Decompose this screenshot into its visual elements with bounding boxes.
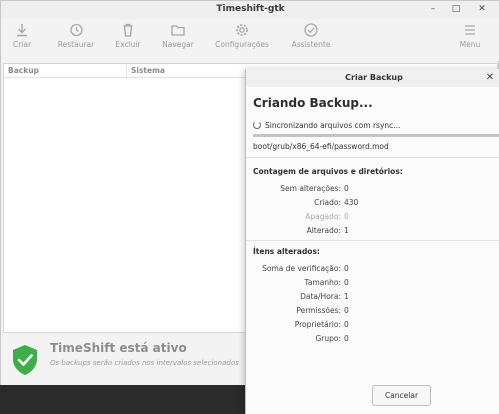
- browse-label: Navegar: [162, 40, 194, 49]
- maximize-button[interactable]: □: [448, 2, 464, 18]
- history-icon: [70, 23, 83, 37]
- changed-value: 0: [344, 334, 349, 343]
- create-backup-dialog: Criar Backup ✕ Criando Backup... Sincron…: [245, 69, 499, 414]
- browse-button[interactable]: Navegar: [158, 22, 198, 60]
- divider: [246, 240, 499, 241]
- delete-label: Excluir: [115, 40, 141, 49]
- toolbar: Criar Restaurar Excluir Navegar Configur…: [1, 19, 499, 61]
- sync-status-text: Sincronizando arquivos com rsync...: [265, 121, 401, 130]
- restore-label: Restaurar: [57, 40, 95, 49]
- spinner-icon: [253, 121, 261, 129]
- minimize-button[interactable]: –: [425, 2, 441, 18]
- progress-bar: [253, 134, 499, 137]
- column-system[interactable]: Sistema: [131, 66, 165, 75]
- wizard-button[interactable]: Assistente: [288, 22, 334, 60]
- count-label: Apagado:: [305, 212, 341, 221]
- changed-title: Ítens alterados:: [253, 247, 320, 256]
- column-divider: [126, 64, 127, 78]
- dialog-close-button[interactable]: ✕: [482, 70, 498, 86]
- changed-label: Soma de verificação:: [262, 264, 341, 273]
- cancel-button[interactable]: Cancelar: [372, 385, 431, 406]
- changed-label: Tamanho:: [304, 278, 341, 287]
- changed-value: 0: [344, 306, 349, 315]
- menu-button[interactable]: Menu: [455, 22, 485, 60]
- changed-value: 0: [344, 264, 349, 273]
- sync-status: Sincronizando arquivos com rsync...: [253, 121, 400, 130]
- settings-button[interactable]: Configurações: [213, 22, 271, 60]
- changed-value: 1: [344, 292, 349, 301]
- wizard-label: Assistente: [291, 40, 331, 49]
- changed-value: 0: [344, 320, 349, 329]
- check-circle-icon: [304, 23, 318, 37]
- create-button[interactable]: Criar: [7, 22, 37, 60]
- dialog-heading: Criando Backup...: [253, 96, 373, 110]
- status-subtitle: Os backups serão criados nos intervalos …: [50, 359, 239, 367]
- shield-check-icon: [13, 345, 37, 375]
- trash-icon: [123, 23, 133, 37]
- changed-label: Proprietário:: [294, 320, 341, 329]
- counts-title: Contagem de arquivos e diretórios:: [253, 167, 403, 176]
- status-title: TimeShift está ativo: [50, 341, 187, 355]
- download-icon: [17, 24, 27, 37]
- changed-label: Grupo:: [315, 334, 341, 343]
- restore-button[interactable]: Restaurar: [53, 22, 99, 60]
- count-value: 0: [344, 212, 349, 221]
- current-file: boot/grub/x86_64-efi/password.mod: [253, 142, 389, 151]
- gear-icon: [236, 24, 248, 36]
- count-label: Criado:: [314, 198, 341, 207]
- folder-icon: [171, 25, 185, 36]
- column-backup[interactable]: Backup: [8, 66, 39, 75]
- count-value: 1: [344, 226, 349, 235]
- close-button[interactable]: ✕: [474, 2, 490, 18]
- progress-fill: [253, 134, 499, 137]
- divider: [246, 157, 499, 158]
- count-label: Sem alterações:: [280, 184, 341, 193]
- changed-label: Data/Hora:: [300, 292, 341, 301]
- count-value: 430: [344, 198, 359, 207]
- hamburger-icon: [465, 25, 475, 35]
- dialog-title: Criar Backup: [246, 69, 499, 87]
- count-label: Alterado:: [306, 226, 341, 235]
- menu-label: Menu: [459, 40, 481, 49]
- changed-value: 0: [344, 278, 349, 287]
- changed-label: Permissões:: [296, 306, 341, 315]
- create-label: Criar: [12, 40, 32, 49]
- count-value: 0: [344, 184, 349, 193]
- settings-label: Configurações: [215, 40, 269, 49]
- delete-button[interactable]: Excluir: [111, 22, 145, 60]
